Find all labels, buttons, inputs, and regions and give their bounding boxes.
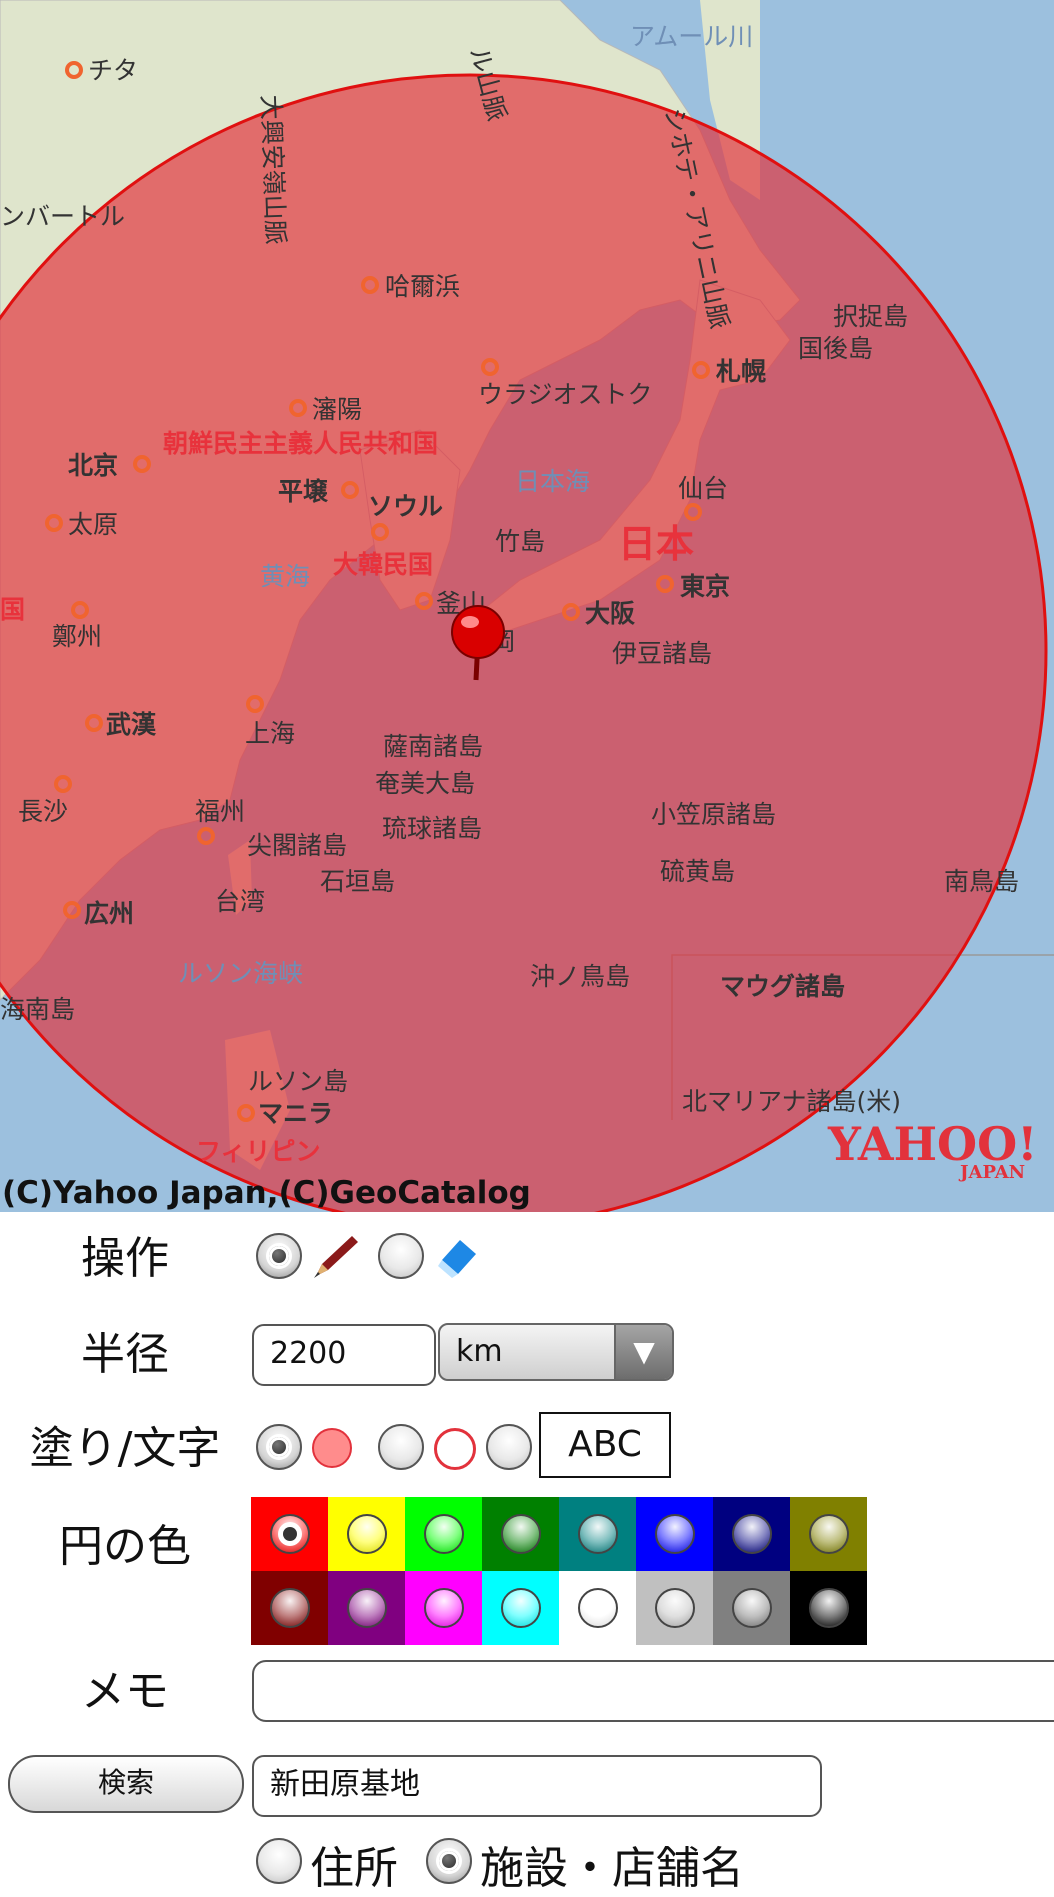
color-swatch-gray[interactable]	[713, 1571, 790, 1645]
label-baatar: ンバートル	[0, 202, 125, 231]
pencil-icon	[314, 1236, 358, 1278]
color-swatch-lime[interactable]	[405, 1497, 482, 1571]
label-ogasawara: 小笠原諸島	[651, 800, 776, 829]
label-ryukyu: 琉球諸島	[382, 814, 482, 843]
label-luzon: ルソン島	[248, 1067, 348, 1096]
search-type-address-radio[interactable]	[256, 1838, 302, 1884]
radius-label: 半径	[81, 1329, 169, 1380]
operation-erase-radio[interactable]	[378, 1233, 424, 1279]
search-type-address-label: 住所	[310, 1843, 398, 1894]
color-swatch-silver[interactable]	[636, 1571, 713, 1645]
label-takeshima: 竹島	[495, 527, 545, 556]
label-japan: 日本	[618, 522, 694, 566]
label-sapporo: 札幌	[715, 357, 766, 386]
label-shanghai: 上海	[245, 719, 295, 748]
color-swatch-white[interactable]	[559, 1571, 636, 1645]
yahoo-logo-sub: JAPAN	[958, 1162, 1025, 1183]
label-etorofu: 択捉島	[833, 302, 908, 331]
memo-label: メモ	[81, 1666, 169, 1717]
label-maug: マウグ諸島	[720, 972, 845, 1001]
label-dprk: 朝鮮民主主義人民共和国	[163, 429, 438, 458]
color-swatch-yellow[interactable]	[328, 1497, 405, 1571]
color-swatch-teal[interactable]	[559, 1497, 636, 1571]
label-shenyang: 瀋陽	[312, 395, 362, 424]
search-button[interactable]: 検索	[8, 1755, 244, 1813]
label-amur: アムール川	[630, 22, 753, 51]
label-iwoto: 硫黄島	[660, 857, 735, 886]
color-swatch-navy[interactable]	[713, 1497, 790, 1571]
label-okinotori: 沖ノ鳥島	[530, 962, 630, 991]
unit-select[interactable]: km ▼	[438, 1323, 674, 1381]
eraser-icon	[438, 1240, 476, 1278]
label-zhengzhou: 鄭州	[52, 622, 102, 651]
label-japan-sea: 日本海	[515, 467, 590, 496]
label-seoul: ソウル	[368, 492, 443, 521]
label-satsunan: 薩南諸島	[383, 732, 483, 761]
map-copyright: (C)Yahoo Japan,(C)GeoCatalog	[2, 1175, 531, 1211]
text-preview-box: ABC	[539, 1412, 671, 1478]
circle-color-label: 円の色	[59, 1521, 191, 1572]
label-hainan: 海南島	[0, 995, 75, 1024]
label-guangzhou: 広州	[84, 899, 134, 928]
unit-select-value: km	[456, 1334, 503, 1369]
color-palette	[251, 1497, 871, 1645]
label-daxinganling: 大興安嶺山脈	[256, 94, 290, 245]
color-swatch-maroon[interactable]	[251, 1571, 328, 1645]
search-type-facility-label: 施設・店舗名	[480, 1843, 744, 1894]
color-swatch-purple[interactable]	[328, 1571, 405, 1645]
search-type-facility-radio[interactable]	[426, 1838, 472, 1884]
label-chita: チタ	[88, 56, 138, 85]
color-swatch-red[interactable]	[251, 1497, 328, 1571]
selected-indicator-icon	[270, 1514, 310, 1554]
memo-input[interactable]	[252, 1660, 1054, 1722]
label-philippines: フィリピン	[196, 1137, 321, 1166]
label-beijing: 北京	[68, 451, 118, 480]
label-osaka: 大阪	[585, 599, 635, 628]
label-n-mariana: 北マリアナ諸島(米)	[682, 1087, 901, 1116]
label-tokyo: 東京	[680, 572, 730, 601]
label-amami: 奄美大島	[375, 769, 475, 798]
label-taiyuan: 太原	[68, 510, 118, 539]
label-wuhan: 武漢	[106, 710, 157, 739]
search-input[interactable]: 新田原基地	[252, 1755, 822, 1817]
map-view[interactable]: チタ アムール川 ル山脈 大興安嶺山脈 シホテ・アリニ山脈 ンバートル 哈爾浜 …	[0, 0, 1054, 1212]
label-china-edge: 国	[0, 595, 25, 624]
label-izu: 伊豆諸島	[612, 639, 712, 668]
operation-draw-radio[interactable]	[256, 1233, 302, 1279]
fill-text-radio[interactable]	[486, 1424, 532, 1470]
label-vladivostok: ウラジオストク	[478, 380, 653, 409]
color-swatch-green[interactable]	[482, 1497, 559, 1571]
chevron-down-icon: ▼	[614, 1325, 672, 1379]
label-senkaku: 尖閣諸島	[247, 831, 347, 860]
label-taiwan: 台湾	[215, 887, 265, 916]
label-luzon-strait: ルソン海峡	[178, 959, 303, 988]
fill-text-label: 塗り/文字	[29, 1423, 221, 1474]
label-changsha: 長沙	[18, 797, 68, 826]
label-minamitori: 南鳥島	[944, 867, 1019, 896]
radius-input[interactable]: 2200	[252, 1324, 436, 1386]
label-kunashiri: 国後島	[798, 334, 873, 363]
fill-outline-icon	[434, 1428, 476, 1470]
label-sendai: 仙台	[678, 474, 728, 503]
map-canvas[interactable]: チタ アムール川 ル山脈 大興安嶺山脈 シホテ・アリニ山脈 ンバートル 哈爾浜 …	[0, 0, 1054, 1212]
color-swatch-blue[interactable]	[636, 1497, 713, 1571]
label-yellow-sea: 黄海	[260, 562, 310, 591]
fill-solid-radio[interactable]	[256, 1424, 302, 1470]
color-swatch-cyan[interactable]	[482, 1571, 559, 1645]
fill-solid-icon	[312, 1428, 352, 1468]
label-manila: マニラ	[258, 1099, 333, 1128]
label-fuzhou: 福州	[195, 797, 245, 826]
color-swatch-black[interactable]	[790, 1571, 867, 1645]
label-ishigaki: 石垣島	[320, 867, 395, 896]
color-swatch-olive[interactable]	[790, 1497, 867, 1571]
label-rok: 大韓民国	[333, 550, 433, 579]
label-harbin: 哈爾浜	[385, 272, 460, 301]
fill-outline-radio[interactable]	[378, 1424, 424, 1470]
color-swatch-magenta[interactable]	[405, 1571, 482, 1645]
operation-label: 操作	[81, 1233, 169, 1284]
label-pyongyang: 平壌	[278, 477, 329, 506]
